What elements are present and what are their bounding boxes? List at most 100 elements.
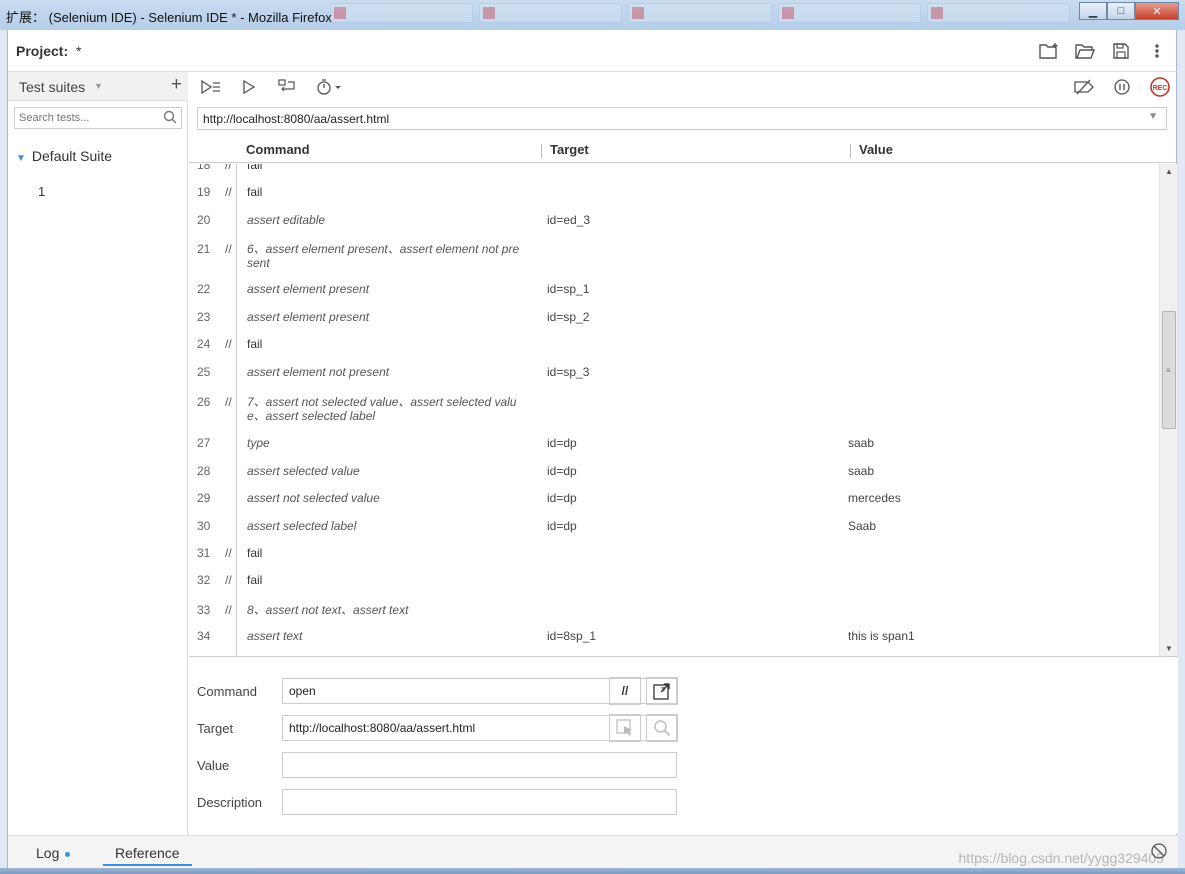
row-number: 19 bbox=[197, 185, 211, 199]
target-cell: id=sp_2 bbox=[547, 310, 590, 324]
command-cell: assert element not present bbox=[247, 365, 390, 379]
minimize-button[interactable]: ▁ bbox=[1079, 2, 1107, 20]
taskbar bbox=[0, 868, 1185, 874]
target-cell: id=ed_3 bbox=[547, 213, 591, 227]
row-number: 29 bbox=[197, 491, 211, 505]
bottom-panel: Log Reference https://blog.csdn.net/yygg… bbox=[8, 835, 1178, 868]
description-label: Description bbox=[197, 795, 263, 810]
new-project-icon[interactable] bbox=[1038, 40, 1060, 62]
project-actions bbox=[1038, 40, 1168, 62]
record-icon[interactable]: REC bbox=[1148, 76, 1172, 98]
add-suite-icon[interactable]: + bbox=[171, 74, 182, 96]
external-link-icon bbox=[653, 683, 670, 700]
row-number: 25 bbox=[197, 365, 211, 379]
comment-toggle-button[interactable]: // bbox=[609, 677, 641, 705]
table-scrollbar[interactable]: ▲ ≡ ▼ bbox=[1159, 164, 1177, 656]
project-header: Project: * bbox=[8, 30, 1178, 72]
value-label: Value bbox=[197, 758, 230, 773]
comment-marker: // bbox=[225, 395, 232, 409]
command-cell: 6、assert element present、assert element … bbox=[247, 242, 520, 270]
value-cell: this is span1 bbox=[848, 629, 915, 643]
base-url-select[interactable]: http://localhost:8080/aa/assert.html ▼ bbox=[197, 107, 1167, 130]
base-url-text: http://localhost:8080/aa/assert.html bbox=[203, 112, 390, 126]
row-number: 23 bbox=[197, 310, 211, 324]
row-number: 21 bbox=[197, 242, 211, 256]
value-column-header: Value bbox=[850, 142, 893, 158]
log-indicator-dot bbox=[65, 851, 71, 857]
value-cell: mercedes bbox=[848, 491, 901, 505]
suite-name: Default Suite bbox=[31, 148, 113, 164]
suite-default[interactable]: ▼ Default Suite bbox=[16, 148, 112, 164]
row-number: 33 bbox=[197, 603, 211, 617]
comment-marker: // bbox=[225, 337, 232, 351]
chevron-down-icon[interactable]: ▼ bbox=[1148, 111, 1158, 122]
disable-breakpoints-icon[interactable] bbox=[1072, 76, 1096, 98]
project-name[interactable]: * bbox=[76, 43, 81, 59]
select-target-button[interactable] bbox=[609, 714, 641, 742]
command-label: Command bbox=[197, 684, 257, 699]
test-item[interactable]: 1 bbox=[38, 184, 45, 199]
scroll-up-icon[interactable]: ▲ bbox=[1165, 167, 1173, 176]
command-cell: assert element present bbox=[247, 282, 370, 296]
commands-table: 18 // fail 19 // fail 20 assert editable id=ed_3… bbox=[189, 164, 1164, 656]
gutter-divider bbox=[236, 164, 237, 656]
value-input[interactable] bbox=[282, 752, 677, 778]
row-number: 32 bbox=[197, 573, 211, 587]
target-cell: id=8sp_1 bbox=[547, 629, 597, 643]
tab-log[interactable]: Log bbox=[36, 845, 71, 861]
command-cell: assert element present bbox=[247, 310, 370, 324]
command-editor: Command open ▼ // Target http://localhos… bbox=[189, 656, 1178, 834]
selenium-ide-app: Project: * Test suites ▼ + Search tests.… bbox=[7, 30, 1178, 868]
window-title: 扩展： (Selenium IDE) - Selenium IDE * - Mo… bbox=[6, 10, 332, 25]
command-cell: assert text bbox=[247, 629, 303, 643]
command-cell: assert editable bbox=[247, 213, 326, 227]
open-reference-button[interactable] bbox=[646, 677, 678, 705]
suites-label: Test suites bbox=[19, 79, 86, 95]
chevron-down-icon: ▼ bbox=[94, 81, 103, 91]
command-cell: 8、assert not text、assert text bbox=[247, 603, 409, 617]
speed-timer-icon[interactable] bbox=[313, 76, 347, 98]
expand-triangle-icon[interactable]: ▼ bbox=[16, 153, 26, 164]
row-number: 30 bbox=[197, 519, 211, 533]
run-toolbar: REC bbox=[189, 72, 1178, 101]
clear-log-icon[interactable] bbox=[1150, 842, 1168, 863]
target-cell: id=dp bbox=[547, 464, 577, 478]
find-icon bbox=[654, 720, 671, 737]
comment-marker: // bbox=[225, 164, 232, 172]
run-all-tests-icon[interactable] bbox=[199, 76, 223, 98]
step-over-icon[interactable] bbox=[275, 76, 299, 98]
window-titlebar: 扩展： (Selenium IDE) - Selenium IDE * - Mo… bbox=[0, 0, 1185, 30]
value-cell: saab bbox=[848, 464, 875, 478]
pause-on-exception-icon[interactable] bbox=[1110, 76, 1134, 98]
close-button[interactable]: ✕ bbox=[1135, 2, 1179, 20]
command-cell: 7、assert not selected value、assert selec… bbox=[247, 395, 517, 423]
run-test-icon[interactable] bbox=[237, 76, 261, 98]
row-number: 28 bbox=[197, 464, 211, 478]
command-cell: fail bbox=[247, 546, 263, 560]
scroll-down-icon[interactable]: ▼ bbox=[1165, 644, 1173, 653]
target-column-header: Target bbox=[541, 142, 589, 158]
row-number: 31 bbox=[197, 546, 211, 560]
open-project-icon[interactable] bbox=[1074, 40, 1096, 62]
row-number: 20 bbox=[197, 213, 211, 227]
window-controls: ▁ □ ✕ bbox=[1079, 2, 1179, 20]
scrollbar-thumb[interactable]: ≡ bbox=[1162, 311, 1176, 429]
comment-marker: // bbox=[225, 185, 232, 199]
find-target-button[interactable] bbox=[646, 714, 678, 742]
search-icon[interactable] bbox=[163, 110, 177, 127]
maximize-button[interactable]: □ bbox=[1107, 2, 1135, 20]
search-tests bbox=[14, 107, 182, 129]
row-number: 34 bbox=[197, 629, 211, 643]
suites-dropdown[interactable]: Test suites ▼ + bbox=[8, 72, 188, 101]
command-cell: fail bbox=[247, 337, 263, 351]
commands-table-header: Command Target Value bbox=[189, 135, 1178, 163]
command-column-header: Command bbox=[246, 142, 310, 157]
search-input[interactable] bbox=[15, 108, 155, 128]
description-input[interactable] bbox=[282, 789, 677, 815]
tab-reference[interactable]: Reference bbox=[103, 845, 192, 866]
save-project-icon[interactable] bbox=[1110, 40, 1132, 62]
command-cell: fail bbox=[247, 164, 263, 172]
target-cell: id=dp bbox=[547, 491, 577, 505]
more-options-icon[interactable] bbox=[1146, 40, 1168, 62]
row-number: 22 bbox=[197, 282, 211, 296]
